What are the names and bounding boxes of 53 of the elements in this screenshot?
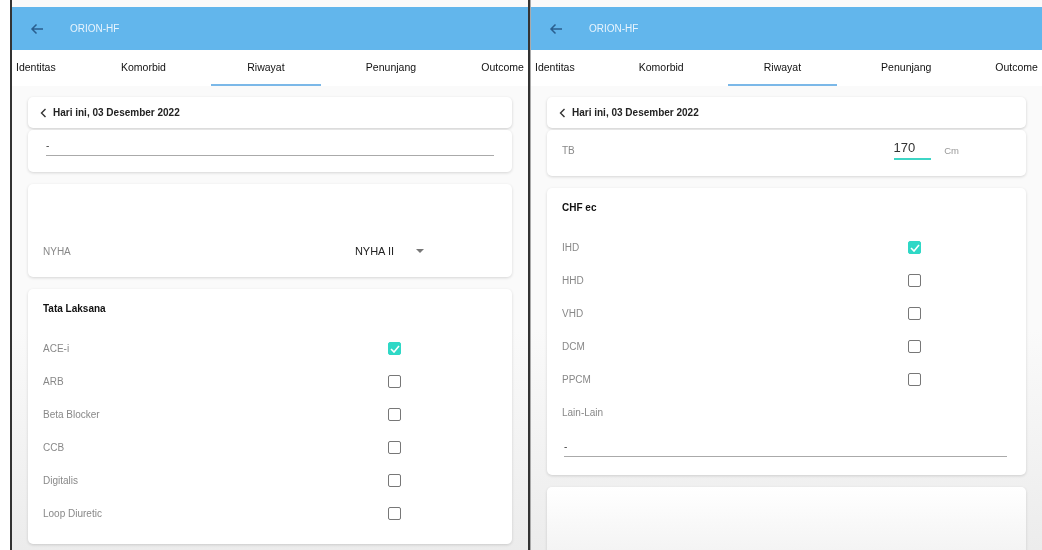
checkbox[interactable] [908, 274, 921, 287]
section-title: CHF ec [562, 202, 598, 213]
tab[interactable]: Penunjang [329, 50, 453, 86]
input-field[interactable]: 170 [893, 140, 932, 160]
dropdown[interactable]: NYHA II [354, 245, 424, 257]
option-label: VHD [562, 308, 584, 319]
date-label: Hari ini, 03 Desember 2022 [53, 107, 180, 118]
back-arrow-icon[interactable] [549, 22, 563, 35]
tab[interactable]: Identitas [533, 50, 595, 86]
chevron-left-icon[interactable] [559, 107, 566, 118]
tab[interactable]: Riwayat [211, 50, 321, 86]
option-label: PPCM [562, 374, 591, 385]
app-title: ORION-HF [70, 23, 120, 34]
tab[interactable]: Komorbid [85, 50, 202, 86]
option-label: Digitalis [43, 475, 78, 486]
checkbox[interactable] [908, 241, 921, 254]
app-title: ORION-HF [589, 23, 639, 34]
tab[interactable]: Penunjang [845, 50, 968, 86]
caret-icon [416, 249, 424, 253]
chevron-left-icon[interactable] [40, 107, 47, 118]
field-label: NYHA [43, 246, 71, 257]
checkbox[interactable] [388, 375, 401, 388]
unit-label: Cm [944, 144, 959, 156]
input-field[interactable]: - [46, 140, 494, 156]
checkbox[interactable] [388, 408, 401, 421]
field-label: TB [562, 144, 576, 156]
checkbox[interactable] [388, 441, 401, 454]
checkbox[interactable] [388, 342, 401, 355]
tab[interactable]: Outcome [975, 50, 1040, 86]
option-label: DCM [562, 341, 585, 352]
date-bar[interactable]: Hari ini, 03 Desember 2022 [547, 97, 1026, 128]
back-arrow-icon[interactable] [30, 22, 44, 35]
date-label: Hari ini, 03 Desember 2022 [572, 107, 699, 118]
option-label: HHD [562, 275, 584, 286]
option-label: ACE-i [43, 343, 70, 354]
checkbox[interactable] [908, 373, 921, 386]
tab[interactable]: Riwayat [727, 50, 838, 86]
field-label: Lain-Lain [562, 407, 604, 418]
option-label: CCB [43, 442, 65, 453]
tab[interactable]: Outcome [461, 50, 526, 86]
tab[interactable]: Komorbid [602, 50, 720, 86]
option-label: Beta Blocker [43, 409, 100, 420]
input-field[interactable]: - [564, 441, 1007, 457]
checkbox[interactable] [388, 474, 401, 487]
section-title: Tata Laksana [43, 303, 107, 314]
checkbox[interactable] [388, 507, 401, 520]
option-label: IHD [562, 242, 580, 253]
checkbox[interactable] [908, 307, 921, 320]
option-label: Loop Diuretic [43, 508, 102, 519]
tab[interactable]: Identitas [14, 50, 76, 86]
checkbox[interactable] [908, 340, 921, 353]
date-bar[interactable]: Hari ini, 03 Desember 2022 [28, 97, 512, 128]
option-label: ARB [43, 376, 64, 387]
